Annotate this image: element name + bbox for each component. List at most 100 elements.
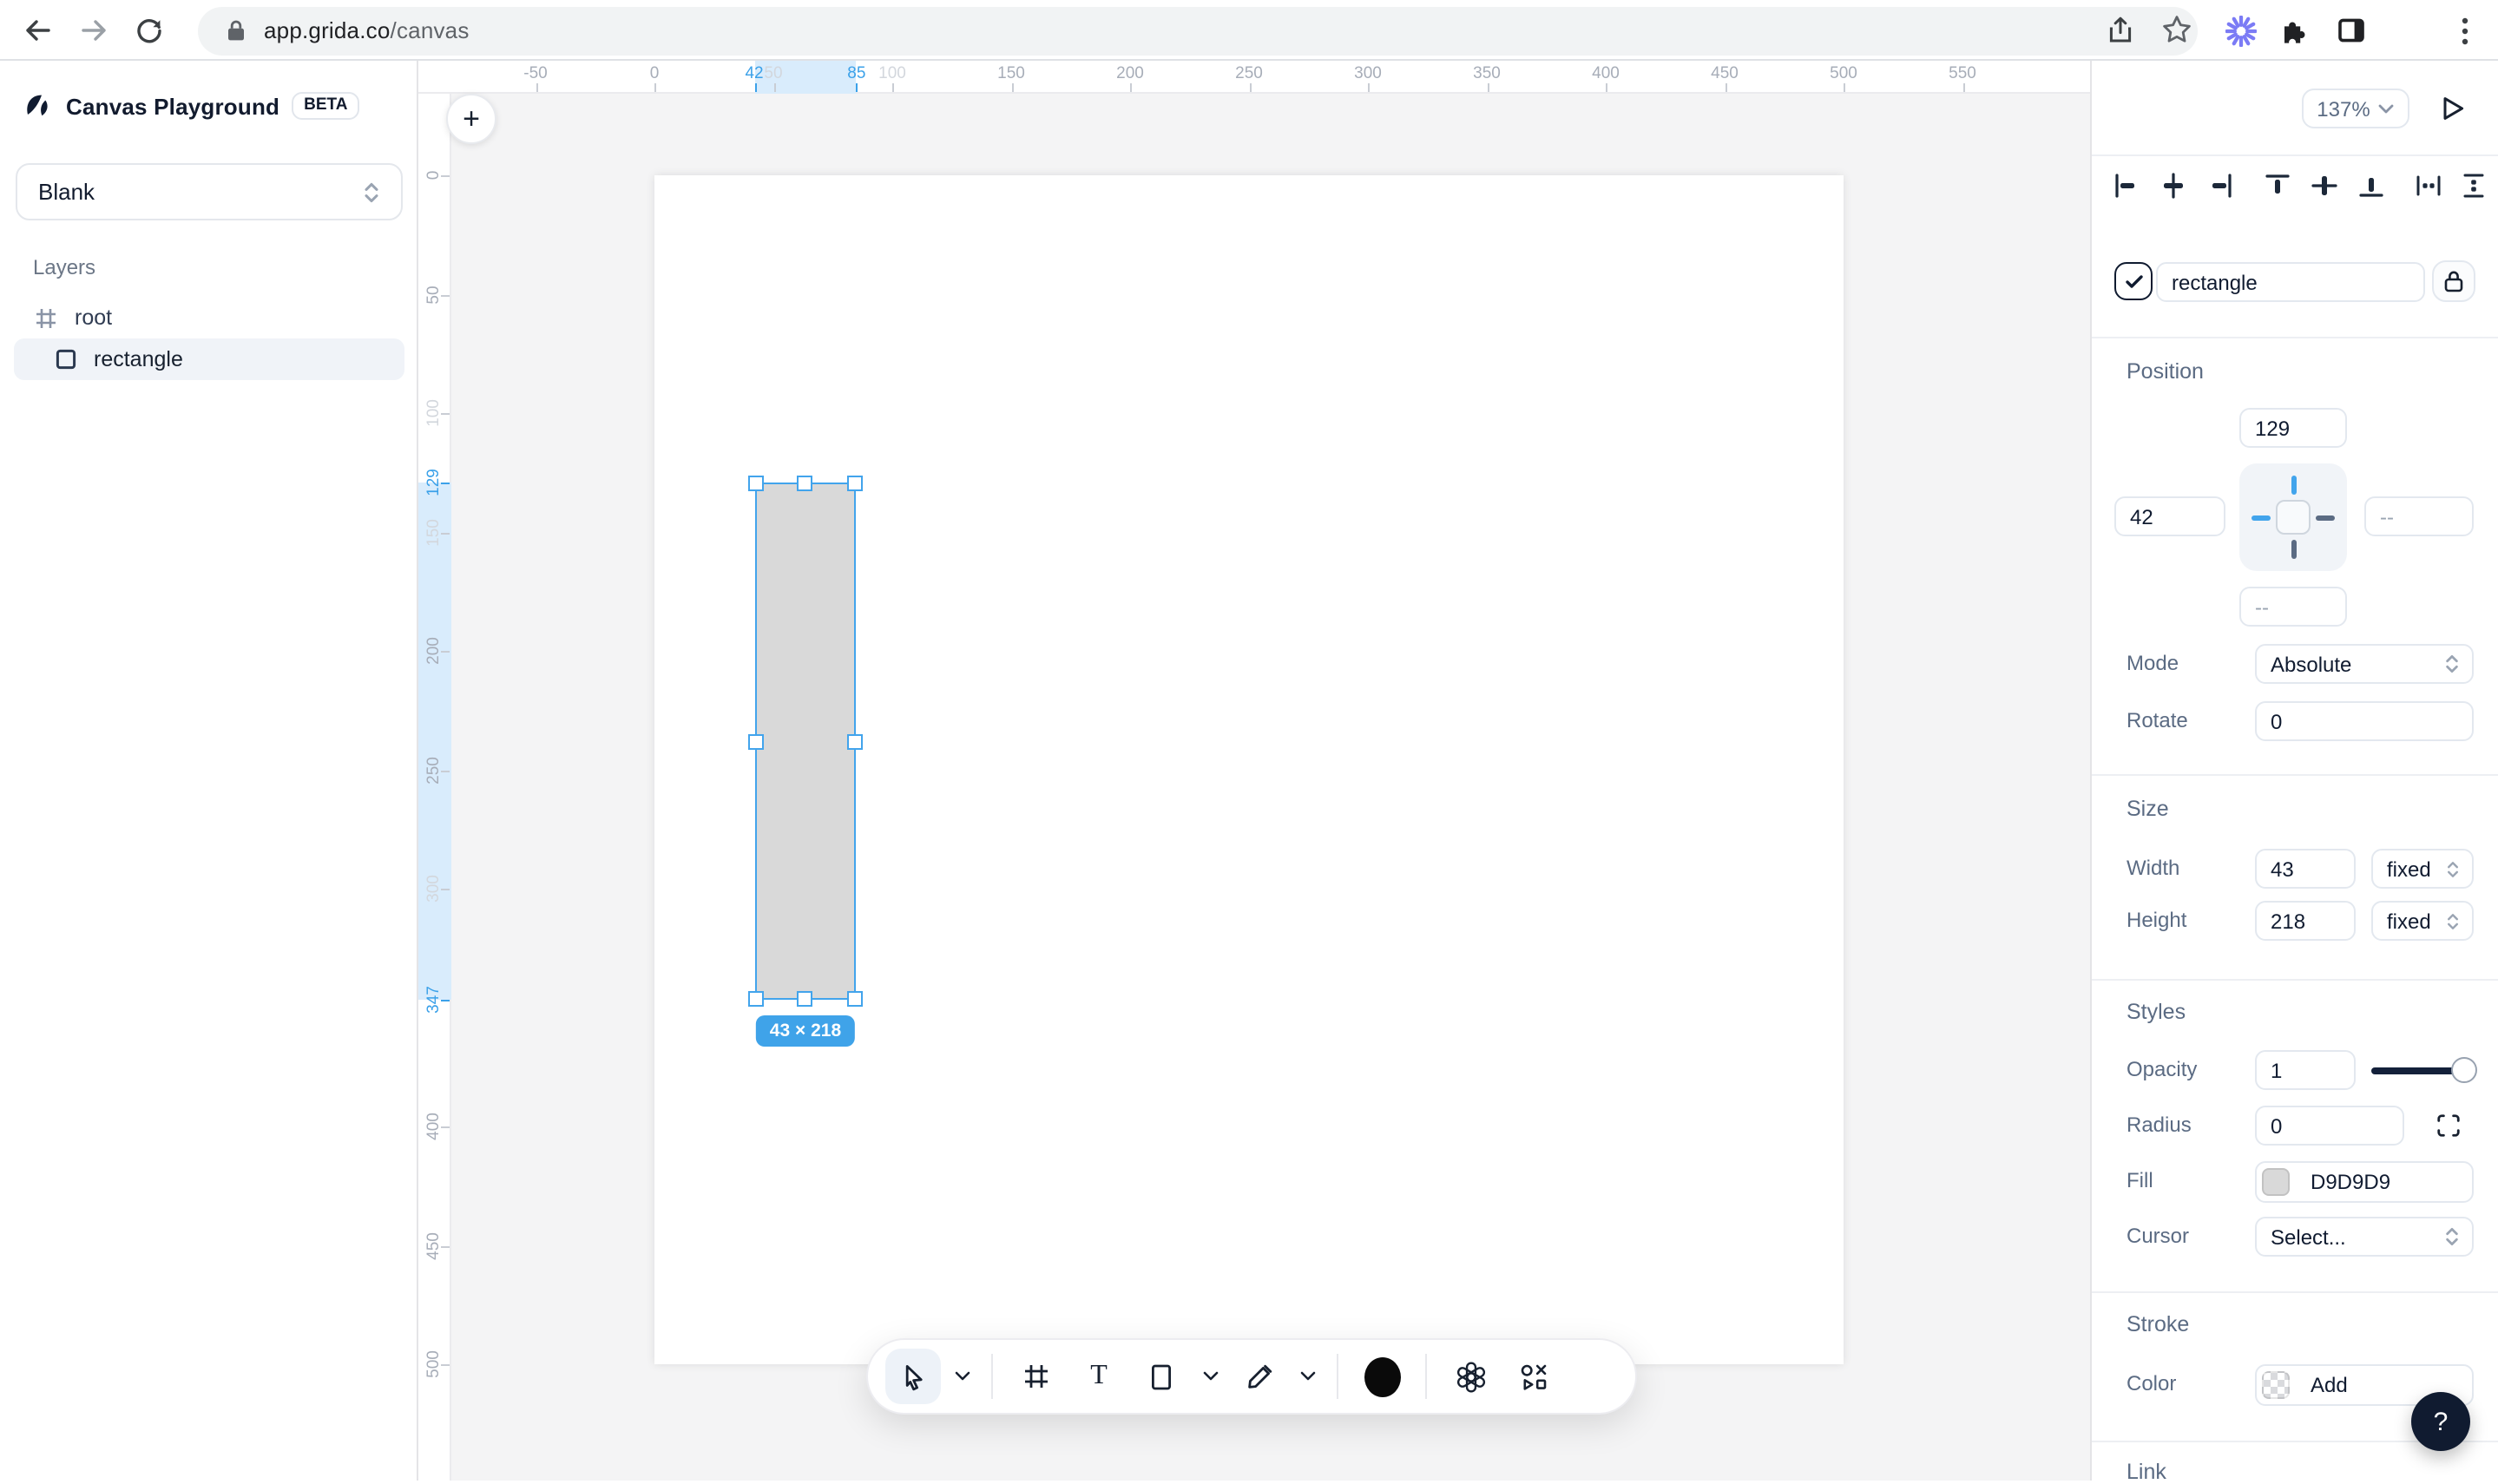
canvas-viewport[interactable]: -500425085100150200250300350400450500550… [418, 61, 2090, 1481]
extensions-menu-button[interactable] [2271, 7, 2317, 54]
zoom-level-select[interactable]: 137% [2302, 89, 2409, 128]
browser-reload-button[interactable] [128, 9, 170, 50]
shape-tool-menu-button[interactable] [1196, 1349, 1224, 1404]
align-left-button[interactable] [2111, 168, 2142, 203]
ai-assistant-button[interactable] [1443, 1349, 1498, 1404]
anchor-left-bar[interactable] [2251, 515, 2271, 520]
v-ruler-label: 300 [424, 875, 444, 903]
distribute-vertical-button[interactable] [2458, 168, 2489, 203]
resize-handle-ne[interactable] [848, 475, 864, 490]
fill-color-button[interactable]: D9D9D9 [2255, 1161, 2474, 1203]
height-input[interactable]: 218 [2255, 901, 2356, 941]
width-mode-select[interactable]: fixed [2371, 849, 2474, 889]
opacity-slider[interactable] [2371, 1050, 2472, 1090]
h-ruler-tick [1725, 83, 1726, 92]
resize-handle-sw[interactable] [747, 992, 763, 1008]
anchor-right-bar[interactable] [2316, 515, 2335, 520]
browser-back-button[interactable] [16, 9, 57, 50]
forward-arrow-icon [79, 15, 108, 44]
opacity-slider-knob[interactable] [2451, 1057, 2477, 1083]
v-ruler-label: 100 [424, 399, 444, 427]
align-center-vertical-button[interactable] [2309, 168, 2340, 203]
align-bottom-button[interactable] [2356, 168, 2387, 203]
width-input[interactable]: 43 [2255, 849, 2356, 889]
frame-tool-button[interactable] [1009, 1349, 1064, 1404]
align-top-button[interactable] [2262, 168, 2293, 203]
distribute-horizontal-button[interactable] [2413, 168, 2444, 203]
anchor-bottom-bar[interactable] [2291, 540, 2296, 559]
rectangle-tool-button[interactable] [1134, 1349, 1189, 1404]
anchor-top-bar[interactable] [2291, 476, 2296, 495]
resize-handle-se[interactable] [848, 992, 864, 1008]
opacity-input[interactable]: 1 [2255, 1050, 2356, 1090]
back-arrow-icon [22, 15, 51, 44]
browser-menu-button[interactable] [2441, 7, 2488, 54]
add-node-button[interactable]: + [446, 94, 496, 144]
pencil-tool-menu-button[interactable] [1293, 1349, 1321, 1404]
align-top-icon [2264, 172, 2291, 200]
radius-corners-button[interactable] [2436, 1113, 2462, 1139]
pencil-icon [1244, 1362, 1273, 1391]
panel-divider [2092, 1291, 2498, 1293]
bookmark-button[interactable] [2153, 6, 2199, 53]
h-ruler-tick [1249, 83, 1251, 92]
rectangle-icon [56, 349, 76, 370]
cursor-label: Cursor [2127, 1224, 2189, 1248]
rotate-input[interactable]: 0 [2255, 701, 2474, 741]
layer-row-rectangle[interactable]: rectangle [14, 338, 404, 380]
resize-handle-nw[interactable] [747, 475, 763, 490]
resize-handle-n[interactable] [798, 475, 813, 490]
chevron-down-icon [1202, 1371, 1218, 1382]
toolbar-divider [1337, 1354, 1338, 1399]
extension-grida-button[interactable] [2217, 7, 2264, 54]
help-button[interactable]: ? [2411, 1392, 2470, 1451]
text-tool-button[interactable]: T [1071, 1349, 1127, 1404]
position-anchor-widget[interactable] [2239, 463, 2347, 571]
cursor-select[interactable]: Select... [2255, 1217, 2474, 1257]
ssl-lock-icon[interactable] [226, 19, 247, 42]
layer-name-input[interactable]: rectangle [2156, 262, 2425, 302]
resize-handle-s[interactable] [798, 992, 813, 1008]
align-center-horizontal-button[interactable] [2158, 168, 2189, 203]
stroke-color-swatch[interactable] [2262, 1371, 2290, 1399]
position-left-input[interactable]: 42 [2114, 496, 2225, 536]
brush-color-button[interactable] [1354, 1349, 1410, 1404]
browser-forward-button[interactable] [73, 9, 115, 50]
mode-label: Mode [2127, 651, 2179, 675]
v-ruler-label: 200 [424, 637, 444, 665]
side-panel-icon [2337, 16, 2366, 45]
position-bottom-input[interactable]: -- [2239, 587, 2347, 627]
fill-swatch[interactable] [2262, 1168, 2290, 1196]
layer-row-root[interactable]: root [14, 297, 404, 338]
resize-handle-w[interactable] [747, 733, 763, 749]
share-button[interactable] [2097, 6, 2144, 53]
distribute-vertical-icon [2460, 172, 2488, 200]
layer-visible-checkbox[interactable] [2114, 262, 2153, 300]
plugins-button[interactable] [1505, 1349, 1561, 1404]
template-select[interactable]: Blank [16, 163, 403, 220]
radius-input[interactable]: 0 [2255, 1106, 2404, 1146]
h-ruler-tick [857, 83, 858, 92]
h-ruler-label: 300 [1354, 64, 1382, 83]
app-brand: Canvas Playground BETA [23, 89, 359, 123]
preview-play-button[interactable] [2432, 89, 2474, 128]
pencil-tool-button[interactable] [1231, 1349, 1286, 1404]
h-ruler-label: 500 [1830, 64, 1857, 83]
position-mode-select[interactable]: Absolute [2255, 644, 2474, 684]
side-panel-button[interactable] [2328, 7, 2375, 54]
url-bar[interactable]: app.grida.co/canvas [198, 6, 2198, 55]
lock-layer-button[interactable] [2432, 260, 2475, 302]
position-right-input[interactable]: -- [2364, 496, 2474, 536]
selected-rectangle[interactable] [754, 482, 857, 1000]
v-ruler-label: 50 [424, 285, 444, 303]
position-top-input[interactable]: 129 [2239, 408, 2347, 448]
cursor-tool-button[interactable] [885, 1349, 941, 1404]
align-right-button[interactable] [2205, 168, 2236, 203]
resize-handle-e[interactable] [848, 733, 864, 749]
h-ruler-tick [892, 83, 894, 92]
height-mode-select[interactable]: fixed [2371, 901, 2474, 941]
cursor-tool-menu-button[interactable] [948, 1349, 976, 1404]
browser-profile-avatar[interactable]: R [2380, 8, 2425, 53]
h-ruler-label: 250 [1235, 64, 1263, 83]
anchor-center[interactable] [2276, 500, 2311, 535]
